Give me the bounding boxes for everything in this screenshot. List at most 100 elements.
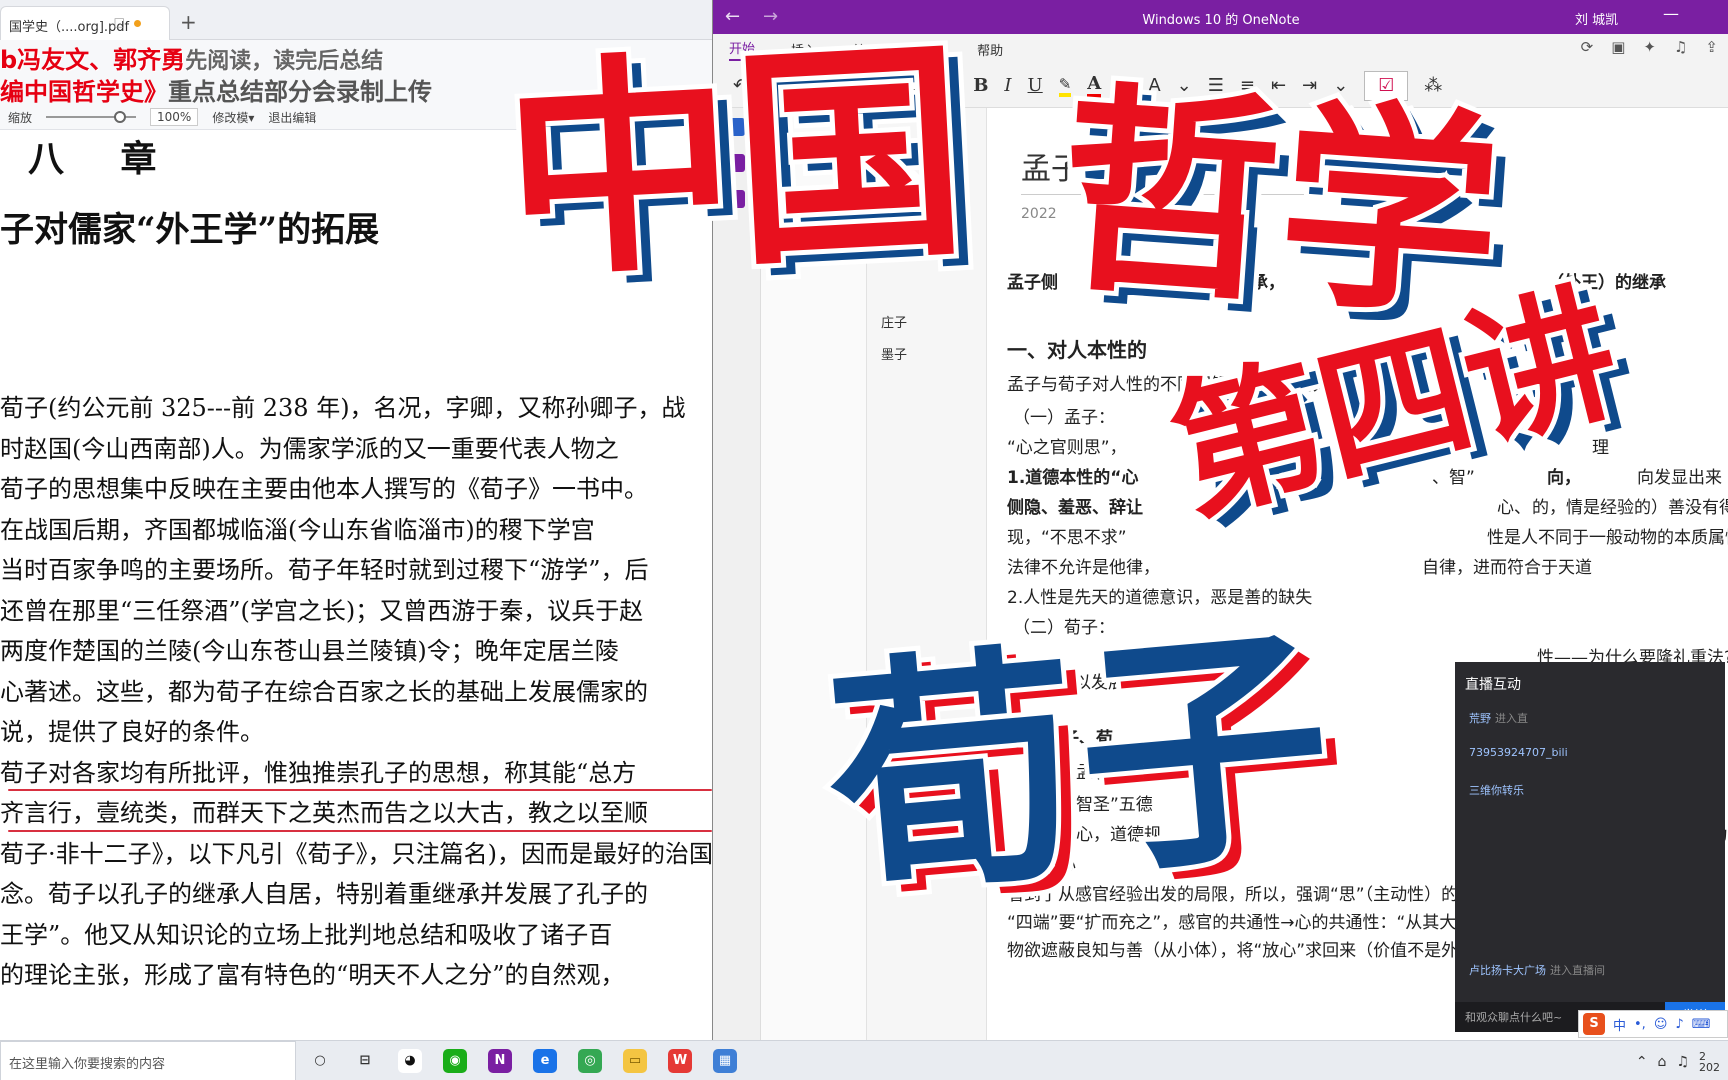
pdf-text-line: 当时百家争鸣的主要场所。荀子年轻时就到过稷下“游学”，后 xyxy=(0,556,649,584)
ime-mode-label[interactable]: 中 xyxy=(1613,1015,1626,1034)
exit-edit-button[interactable]: 退出编辑 xyxy=(268,109,316,126)
ribbon-right-icons: ⟳ ▣ ✦ ♫ ⇪ xyxy=(1581,38,1718,56)
keyboard-icon[interactable]: ⌨ xyxy=(1692,1017,1711,1032)
file-explorer-icon[interactable]: ▭ xyxy=(623,1049,647,1073)
screen: 国学史（....org].pdf □ + ☁ ⌕ ⚙ 缩放 100% 修改模▾ … xyxy=(0,0,1728,1080)
pdf-text-line: 王学”。他又从知识论的立场上批判地总结和吸收了诸子百 xyxy=(0,920,613,949)
underline-button[interactable]: U xyxy=(1028,75,1043,96)
new-tab-plus-icon[interactable]: + xyxy=(180,10,197,34)
overlay-subject-text: 荀子 xyxy=(813,593,1346,936)
mic-icon[interactable]: ♪ xyxy=(1675,1017,1683,1032)
qq-icon[interactable]: ◕ xyxy=(398,1049,422,1073)
note-line[interactable]: 向发显出来 xyxy=(1637,463,1722,488)
pdf-text-line: 念。荀子以孔子的继承人自居，特别着重继承并发展了孔子的 xyxy=(0,880,648,908)
page-list-item[interactable]: 墨子 xyxy=(881,344,907,363)
unsaved-dot-icon xyxy=(134,20,141,27)
note-line[interactable]: 的，情是经验的）善没有得到恰当 xyxy=(1532,493,1728,518)
ime-toolbar[interactable]: S 中 •, ☺ ♪ ⌨ xyxy=(1578,1010,1728,1038)
network-icon[interactable]: ⌂ xyxy=(1658,1054,1667,1070)
note-line[interactable]: 一、对人本性的 xyxy=(1007,334,1147,363)
punctuation-icon[interactable]: •, xyxy=(1634,1017,1646,1032)
pdf-body-text: 荀子(约公元前 325---前 238 年)，名况，字卿，又称孙卿子，战 时赵国(… xyxy=(0,388,712,996)
live-message-text: 进入直播间 xyxy=(1550,964,1605,977)
overlay-title-china: 中国 中国 xyxy=(493,14,991,326)
note-line[interactable]: 1.道德本性的“心 xyxy=(1007,463,1138,488)
caption-author-1: b冯友文 xyxy=(0,46,90,74)
onenote-icon[interactable]: N xyxy=(488,1049,512,1073)
note-line[interactable]: 性是人不同于一般动物的本质属性 xyxy=(1487,523,1728,548)
caption-book: 编中国哲学史》 xyxy=(0,78,168,106)
live-panel-header: 直播互动 xyxy=(1465,677,1521,693)
volume-icon[interactable]: ♫ xyxy=(1676,1054,1689,1070)
pdf-tab-bar: 国学史（....org].pdf □ + xyxy=(0,0,712,40)
share-icon[interactable]: ⇪ xyxy=(1705,38,1718,56)
note-line[interactable]: 侧隐、羞恶、辞让 xyxy=(1007,493,1143,518)
pdf-text-line: 荀子对各家均有所批评，惟独推崇孔子的思想，称其能“总方 xyxy=(0,753,712,794)
wps-icon[interactable]: W xyxy=(668,1049,692,1073)
live-message: 三维你转乐 xyxy=(1469,782,1528,798)
widgets-icon[interactable]: ⊟ xyxy=(353,1049,377,1073)
zoom-slider[interactable] xyxy=(46,111,137,123)
user-name[interactable]: 刘 城凯 xyxy=(1575,9,1618,28)
bell-icon[interactable]: ♫ xyxy=(1674,38,1687,56)
live-message-user: 卢比扬卡大广场 xyxy=(1469,964,1546,977)
clock-date: 202 xyxy=(1699,1061,1720,1074)
note-line[interactable]: 自律，进而符合于天道 xyxy=(1422,553,1592,578)
caption-author-2: 、郭齐勇 xyxy=(89,46,186,74)
caption-note-1: 先阅读，读完后总结 xyxy=(185,49,384,74)
live-message: 73953924707_bili xyxy=(1469,746,1572,759)
taskbar-search-box[interactable]: 在这里输入你要搜索的内容 xyxy=(0,1041,296,1080)
sync-icon[interactable]: ⟳ xyxy=(1581,38,1594,56)
chapter-heading: 八 章 xyxy=(28,138,179,180)
pdf-zoom-row: 缩放 100% 修改模▾ 退出编辑 xyxy=(8,108,316,126)
pdf-document-tab[interactable]: 国学史（....org].pdf □ xyxy=(0,6,170,40)
task-view-icon[interactable]: ○ xyxy=(308,1049,332,1073)
minimize-icon[interactable]: — xyxy=(1663,4,1679,23)
pdf-tab-label: 国学史（....org].pdf xyxy=(9,20,130,35)
pdf-text-line: 两度作楚国的兰陵(今山东苍山县兰陵镇)令；晚年定居兰陵 xyxy=(0,637,619,665)
emoji-icon[interactable]: ☺ xyxy=(1654,1017,1668,1032)
clock[interactable]: 2 202 xyxy=(1699,1051,1720,1073)
live-message-user: 三维你转乐 xyxy=(1469,784,1524,797)
chrome-icon[interactable]: ◎ xyxy=(578,1049,602,1073)
note-line[interactable]: 心、 xyxy=(1497,493,1531,518)
note-line[interactable]: “心之官则思”， xyxy=(1007,433,1127,458)
wechat-icon[interactable]: ◉ xyxy=(443,1049,467,1073)
tab-close-icon[interactable]: □ xyxy=(114,15,125,29)
zoom-percent-select[interactable]: 100% xyxy=(150,108,199,126)
overlay-title-philosophy: 哲学 哲学 xyxy=(1047,57,1527,366)
control-panel-icon[interactable]: ▦ xyxy=(713,1049,737,1073)
note-line[interactable]: 孟子侧 xyxy=(1007,268,1058,293)
overlay-subject-xunzi: 荀子 荀子 xyxy=(813,593,1361,947)
pdf-text-line: 荀子(约公元前 325---前 238 年)，名况，字卿，又称孙卿子，战 xyxy=(0,394,686,422)
system-tray: ⌃ ⌂ ♫ 2 202 xyxy=(1636,1051,1720,1073)
pdf-text-line: 荀子·非十二子》，以下凡引《荀子》，只注篇名)，因而是最好的治国 xyxy=(0,839,712,868)
sogou-logo-icon: S xyxy=(1583,1013,1605,1035)
note-line[interactable]: 现，“不思不求” xyxy=(1007,523,1127,548)
windows-taskbar: 在这里输入你要搜索的内容 ○ ⊟ ◕ ◉ Ne ◎ ▭ W ▦ ⌃ ⌂ ♫ 2 202 xyxy=(0,1040,1728,1080)
pdf-text-line: 齐言行，壹统类，而群天下之英杰而告之以大古，教之以至顺 xyxy=(0,793,712,834)
pdf-text-line: 荀子的思想集中反映在主要由他本人撰写的《荀子》一书中。 xyxy=(0,475,648,503)
edge-icon[interactable]: e xyxy=(533,1049,557,1073)
chevron-up-icon[interactable]: ⌃ xyxy=(1636,1054,1648,1070)
note-line[interactable]: 法律不允许是他律， xyxy=(1007,553,1160,578)
page-date: 2022 xyxy=(1021,206,1057,222)
note-line[interactable]: 物欲遮蔽良知与善（从小体），将“放心”求回来（价值不是外在 xyxy=(1007,936,1475,961)
notebook-icon[interactable]: ▣ xyxy=(1611,38,1625,56)
note-line[interactable]: （一）孟子： xyxy=(1013,403,1115,428)
ribbon-tab[interactable]: 帮助 xyxy=(977,40,1003,59)
live-message-user: 荒野 xyxy=(1469,712,1491,725)
live-message-user: 73953924707_bili xyxy=(1469,746,1568,759)
lightbulb-icon[interactable]: ✦ xyxy=(1643,38,1656,56)
overlay-title-china-text: 中国 xyxy=(493,14,976,315)
italic-button[interactable]: I xyxy=(1004,75,1011,96)
caption-line-2: 编中国哲学史》重点总结部分会录制上传 xyxy=(0,72,432,107)
pdf-text-line: 在战国后期，齐国都城临淄(今山东省临淄市)的稷下学宫 xyxy=(0,515,595,544)
live-message: 卢比扬卡大广场 进入直播间 xyxy=(1469,962,1605,978)
edit-mode-dropdown[interactable]: 修改模▾ xyxy=(212,109,254,126)
pdf-text-line: 的理论主张，形成了富有特色的“明天不人之分”的自然观， xyxy=(0,961,625,989)
live-interaction-panel: 直播互动 荒野 进入直 73953924707_bili 三维你转乐 卢比扬卡大广场 进入… xyxy=(1455,662,1725,1032)
page-list-item[interactable]: 庄子 xyxy=(881,312,907,331)
zoom-slider-thumb[interactable] xyxy=(113,111,126,123)
pdf-text-line: 还曾在那里“三任祭酒”(学宫之长)；又曾西游于秦，议兵于赵 xyxy=(0,596,644,625)
